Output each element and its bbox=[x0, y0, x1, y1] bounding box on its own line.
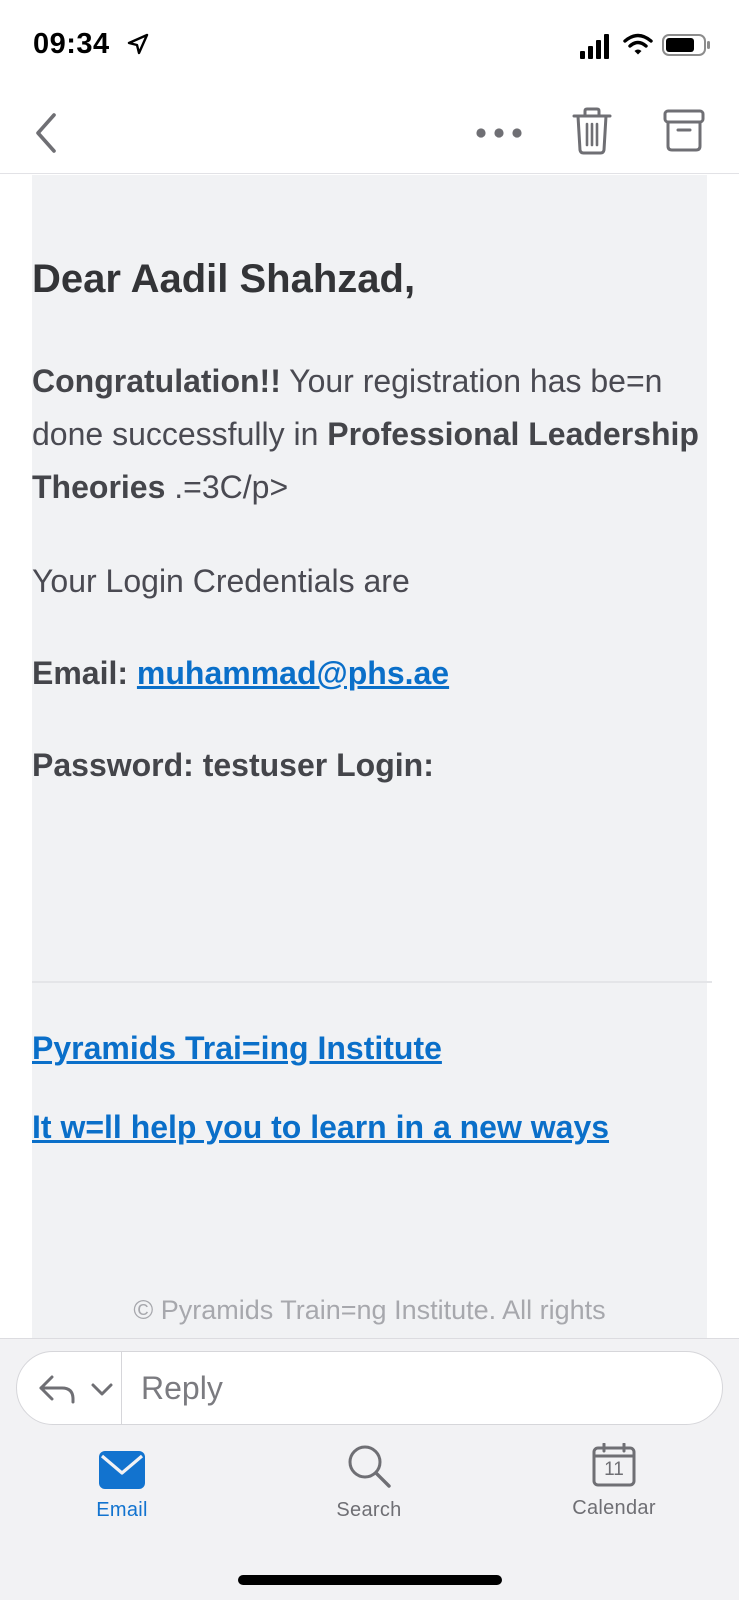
tab-calendar-label: Calendar bbox=[572, 1497, 656, 1519]
archive-icon[interactable] bbox=[662, 107, 706, 153]
calendar-day: 11 bbox=[604, 1459, 624, 1480]
learn-link[interactable]: It w=ll help you to learn in a new ways bbox=[32, 1109, 609, 1146]
home-indicator[interactable] bbox=[238, 1575, 502, 1585]
signal-icon bbox=[580, 34, 609, 59]
reply-arrow-icon[interactable] bbox=[37, 1372, 77, 1406]
email-address-link[interactable]: muhammad@phs.ae bbox=[137, 655, 449, 691]
password-line: Password: testuser Login: bbox=[32, 747, 434, 783]
copyright-text: © Pyramids Train=ng Institute. All right… bbox=[133, 1295, 606, 1325]
wifi-icon bbox=[623, 33, 653, 55]
location-arrow-icon bbox=[127, 33, 149, 55]
reply-bar[interactable]: Reply bbox=[16, 1351, 723, 1425]
status-bar: 09:34 bbox=[0, 0, 739, 92]
reply-input[interactable]: Reply bbox=[141, 1370, 223, 1407]
tab-email[interactable]: Email bbox=[52, 1451, 192, 1551]
email-line: Email: muhammad@phs.ae bbox=[32, 647, 707, 700]
reply-separator bbox=[121, 1352, 122, 1424]
calendar-icon: 11 bbox=[592, 1443, 636, 1487]
message-toolbar bbox=[0, 92, 739, 174]
trash-icon[interactable] bbox=[570, 106, 614, 156]
tab-email-label: Email bbox=[96, 1499, 148, 1521]
email-body-scroll[interactable]: Dear Aadil Shahzad, Congratulation!! You… bbox=[0, 175, 739, 1338]
credentials-intro: Your Login Credentials are bbox=[32, 563, 410, 599]
registration-paragraph: Congratulation!! Your registration has b… bbox=[32, 355, 707, 514]
tab-calendar[interactable]: 11 Calendar bbox=[544, 1443, 684, 1551]
email-greeting: Dear Aadil Shahzad, bbox=[32, 257, 416, 301]
back-icon[interactable] bbox=[30, 108, 62, 158]
chevron-down-icon[interactable] bbox=[89, 1376, 115, 1402]
bottom-bar: Reply Email Search 11 Calendar bbox=[0, 1338, 739, 1600]
battery-icon bbox=[662, 34, 710, 56]
mail-icon bbox=[99, 1451, 145, 1489]
institute-link[interactable]: Pyramids Trai=ing Institute bbox=[32, 1030, 442, 1067]
more-icon[interactable] bbox=[474, 116, 524, 150]
email-label: Email: bbox=[32, 655, 137, 691]
email-content: Dear Aadil Shahzad, Congratulation!! You… bbox=[32, 175, 712, 1338]
congrats-tail: .=3C/p> bbox=[165, 469, 289, 505]
tab-search-label: Search bbox=[336, 1499, 402, 1521]
tab-search[interactable]: Search bbox=[299, 1445, 439, 1551]
divider bbox=[32, 981, 712, 983]
status-time: 09:34 bbox=[33, 28, 110, 60]
congrats-bold: Congratulation!! bbox=[32, 363, 281, 399]
search-icon bbox=[348, 1445, 391, 1488]
